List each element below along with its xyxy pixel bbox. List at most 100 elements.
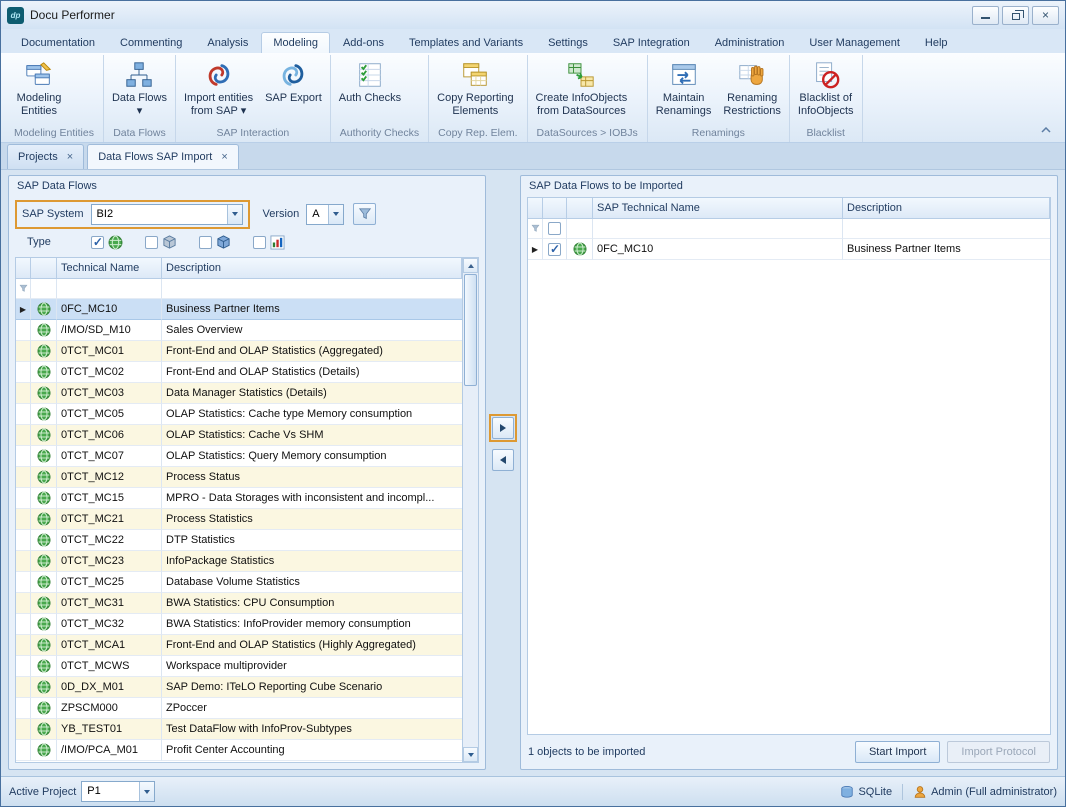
move-right-button[interactable]	[492, 417, 514, 439]
ribbon-tab[interactable]: Modeling	[261, 32, 330, 53]
move-left-button[interactable]	[492, 449, 514, 471]
ribbon-tab[interactable]: Add-ons	[331, 32, 396, 53]
ribbon-tab[interactable]: Documentation	[9, 32, 107, 53]
data-flow-row[interactable]: 0D_DX_M01 SAP Demo: ITeLO Reporting Cube…	[16, 677, 462, 698]
data-flow-row[interactable]: 0TCT_MC07 OLAP Statistics: Query Memory …	[16, 446, 462, 467]
description-cell: Database Volume Statistics	[162, 572, 462, 593]
cube-blue-icon	[216, 235, 231, 250]
column-header-description[interactable]: Description	[843, 198, 1050, 219]
version-dropdown-button[interactable]	[328, 205, 343, 224]
data-flow-row[interactable]: 0TCT_MC01 Front-End and OLAP Statistics …	[16, 341, 462, 362]
active-project-label: Active Project	[9, 786, 76, 798]
document-tab[interactable]: Projects ×	[7, 144, 84, 169]
copy-reporting-elements-button[interactable]: Copy Reporting Elements	[431, 56, 519, 125]
auth-checks-button[interactable]: Auth Checks	[333, 56, 407, 125]
create-infoobjects-button[interactable]: Create InfoObjects from DataSources	[530, 56, 634, 125]
modeling-entities-button[interactable]: Modeling Entities	[7, 56, 71, 125]
close-button[interactable]: ×	[1032, 6, 1059, 25]
import-row[interactable]: 0FC_MC10 Business Partner Items	[528, 239, 1050, 260]
data-flow-row[interactable]: 0TCT_MC23 InfoPackage Statistics	[16, 551, 462, 572]
data-flow-row[interactable]: 0TCT_MCA1 Front-End and OLAP Statistics …	[16, 635, 462, 656]
infoprovider-icon	[37, 596, 51, 610]
app-logo-icon: dp	[7, 7, 24, 24]
data-flow-row[interactable]: 0TCT_MC21 Process Statistics	[16, 509, 462, 530]
column-header-technical-name[interactable]: Technical Name	[57, 258, 162, 279]
data-flow-row[interactable]: 0TCT_MC02 Front-End and OLAP Statistics …	[16, 362, 462, 383]
database-status[interactable]: SQLite	[840, 785, 892, 799]
technical-name-cell: ZPSCM000	[57, 698, 162, 719]
ribbon-tab[interactable]: Commenting	[108, 32, 194, 53]
data-flow-row[interactable]: YB_TEST01 Test DataFlow with InfoProv-Su…	[16, 719, 462, 740]
data-flow-row[interactable]: 0TCT_MCWS Workspace multiprovider	[16, 656, 462, 677]
data-flow-row[interactable]: 0TCT_MC06 OLAP Statistics: Cache Vs SHM	[16, 425, 462, 446]
column-header-description[interactable]: Description	[162, 258, 462, 279]
data-flow-row[interactable]: ZPSCM000 ZPoccer	[16, 698, 462, 719]
row-indicator	[16, 467, 31, 488]
minimize-button[interactable]	[972, 6, 999, 25]
start-import-button[interactable]: Start Import	[855, 741, 940, 763]
import-row-checkbox[interactable]	[548, 243, 561, 256]
sap-system-dropdown-button[interactable]	[227, 205, 242, 224]
type-checkbox-virtualprovider[interactable]	[253, 236, 266, 249]
data-flow-row[interactable]: 0TCT_MC03 Data Manager Statistics (Detai…	[16, 383, 462, 404]
ribbon-tab[interactable]: Templates and Variants	[397, 32, 535, 53]
active-project-combo[interactable]: P1	[81, 781, 155, 802]
row-indicator	[16, 593, 31, 614]
group-label-data-flows: Data Flows	[106, 125, 173, 142]
data-flow-row[interactable]: 0TCT_MC22 DTP Statistics	[16, 530, 462, 551]
filter-cell-description[interactable]	[843, 219, 1050, 239]
data-flow-row[interactable]: 0FC_MC10 Business Partner Items	[16, 299, 462, 320]
restore-button[interactable]	[1002, 6, 1029, 25]
ribbon-tab[interactable]: Help	[913, 32, 960, 53]
renaming-restrictions-button[interactable]: Renaming Restrictions	[717, 56, 786, 125]
maintain-renamings-button[interactable]: Maintain Renamings	[650, 56, 718, 125]
filter-cell-description[interactable]	[162, 279, 462, 299]
type-checkbox-multiprovider[interactable]	[91, 236, 104, 249]
data-flows-button[interactable]: Data Flows ▾	[106, 56, 173, 125]
ribbon-tab[interactable]: User Management	[797, 32, 912, 53]
blacklist-infoobjects-button[interactable]: Blacklist of InfoObjects	[792, 56, 860, 125]
ribbon-tab[interactable]: SAP Integration	[601, 32, 702, 53]
scrollbar-thumb[interactable]	[464, 274, 477, 386]
data-flow-row[interactable]: 0TCT_MC31 BWA Statistics: CPU Consumptio…	[16, 593, 462, 614]
sap-system-combo[interactable]: BI2	[91, 204, 243, 225]
filter-cell-technical-name[interactable]	[57, 279, 162, 299]
data-flow-row[interactable]: 0TCT_MC32 BWA Statistics: InfoProvider m…	[16, 614, 462, 635]
type-checkbox-infocube[interactable]	[145, 236, 158, 249]
ribbon-collapse-button[interactable]	[1037, 122, 1055, 137]
row-indicator	[16, 614, 31, 635]
filter-row-icon	[19, 284, 28, 293]
tab-close-icon[interactable]: ×	[67, 151, 73, 163]
group-label-blacklist: Blacklist	[792, 125, 860, 142]
import-entities-from-sap-button[interactable]: Import entities from SAP ▾	[178, 56, 259, 125]
import-protocol-button[interactable]: Import Protocol	[947, 741, 1050, 763]
chevron-down-icon	[232, 212, 238, 216]
data-flow-row[interactable]: 0TCT_MC15 MPRO - Data Storages with inco…	[16, 488, 462, 509]
data-flow-row[interactable]: 0TCT_MC05 OLAP Statistics: Cache type Me…	[16, 404, 462, 425]
vertical-scrollbar[interactable]	[462, 258, 478, 762]
sap-export-button[interactable]: SAP Export	[259, 56, 328, 125]
filter-settings-button[interactable]	[353, 203, 376, 225]
infoprovider-icon	[37, 680, 51, 694]
scroll-down-button[interactable]	[463, 747, 478, 762]
active-project-dropdown-button[interactable]	[139, 782, 154, 801]
select-all-checkbox[interactable]	[548, 222, 561, 235]
tab-close-icon[interactable]: ×	[221, 151, 227, 163]
version-combo[interactable]: A	[306, 204, 344, 225]
type-checkbox-dso[interactable]	[199, 236, 212, 249]
column-header-sap-technical-name[interactable]: SAP Technical Name	[593, 198, 843, 219]
ribbon-tab[interactable]: Analysis	[195, 32, 260, 53]
current-user[interactable]: Admin (Full administrator)	[913, 785, 1057, 799]
data-flow-row[interactable]: /IMO/PCA_M01 Profit Center Accounting	[16, 740, 462, 761]
filter-cell-sap-technical-name[interactable]	[593, 219, 843, 239]
document-tab[interactable]: Data Flows SAP Import ×	[87, 144, 239, 169]
left-panel-controls: SAP System BI2 Version A	[9, 197, 485, 231]
scroll-up-button[interactable]	[463, 258, 478, 273]
data-flow-row[interactable]: 0TCT_MC25 Database Volume Statistics	[16, 572, 462, 593]
row-indicator	[16, 740, 31, 761]
data-flow-row[interactable]: /IMO/SD_M10 Sales Overview	[16, 320, 462, 341]
ribbon-tab[interactable]: Settings	[536, 32, 600, 53]
description-cell: BWA Statistics: InfoProvider memory cons…	[162, 614, 462, 635]
ribbon-tab[interactable]: Administration	[703, 32, 797, 53]
data-flow-row[interactable]: 0TCT_MC12 Process Status	[16, 467, 462, 488]
